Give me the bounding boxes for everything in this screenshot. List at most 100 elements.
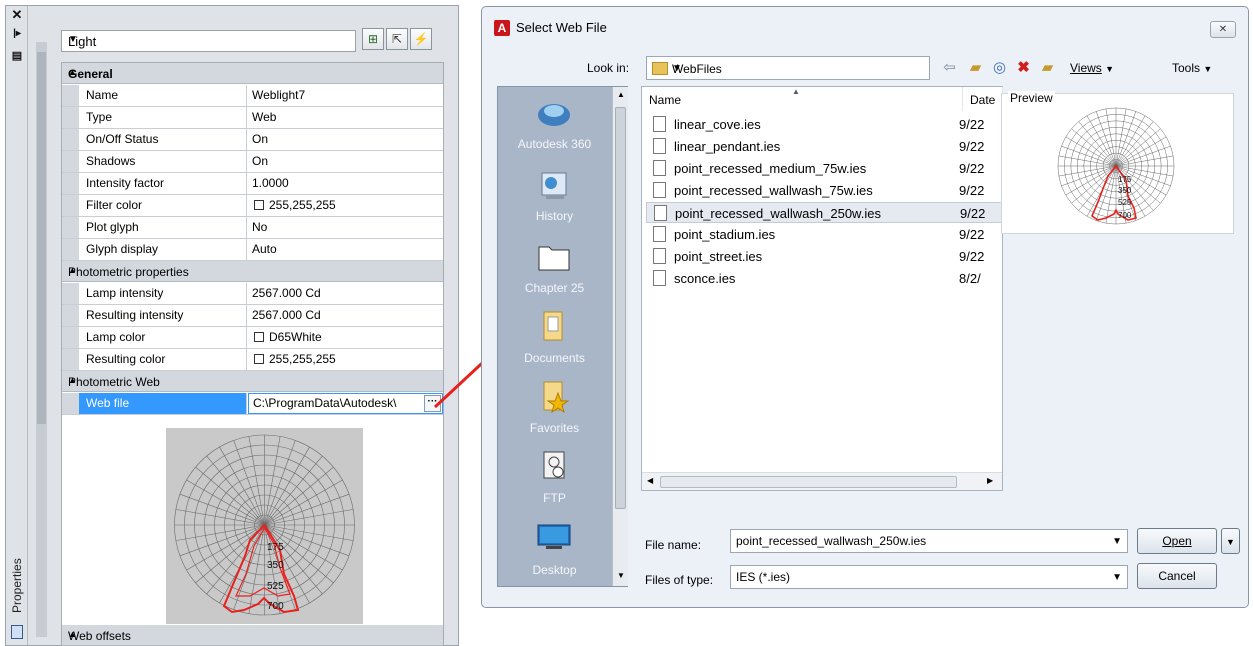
scroll-right-icon[interactable]: ▶	[987, 476, 993, 485]
property-row[interactable]: Filter color 255,255,255	[62, 195, 443, 217]
photometric-web-preview: 175 350 525 700	[166, 428, 363, 624]
section-photometric-web-header[interactable]: Photometric Web ▲	[62, 371, 443, 392]
ftp-icon	[543, 451, 565, 479]
file-row[interactable]: point_recessed_medium_75w.ies 9/22	[646, 158, 1002, 179]
scrollbar-thumb[interactable]	[615, 107, 626, 509]
web-file-value[interactable]: C:\ProgramData\Autodesk\ ···	[248, 393, 443, 414]
file-row[interactable]: point_recessed_wallwash_75w.ies 9/22	[646, 180, 1002, 201]
file-icon	[653, 160, 666, 176]
up-folder-icon[interactable]: ▰	[966, 58, 985, 77]
plot-ring-label: 175	[267, 542, 284, 553]
property-name: Shadows	[79, 151, 247, 172]
delete-icon[interactable]: ✖	[1014, 58, 1033, 77]
property-row[interactable]: Plot glyph No	[62, 217, 443, 239]
property-value[interactable]: Weblight7	[248, 85, 443, 106]
property-row[interactable]: Resulting intensity 2567.000 Cd	[62, 305, 443, 327]
collapse-icon: ▲	[68, 67, 77, 77]
palette-scrollbar[interactable]	[36, 42, 47, 637]
property-row[interactable]: Shadows On	[62, 151, 443, 173]
file-list: Name ▲ Date linear_cove.ies 9/22 linear_pen…	[641, 86, 1003, 491]
property-row[interactable]: Glyph display Auto	[62, 239, 443, 261]
file-name: point_recessed_wallwash_75w.ies	[674, 183, 873, 198]
preview-label: Preview	[1008, 91, 1055, 105]
quick-select-icon: ⚡	[413, 32, 429, 46]
dialog-titlebar[interactable]: A Select Web File ✕	[482, 7, 1248, 47]
property-value[interactable]: 255,255,255	[248, 349, 443, 370]
color-swatch	[254, 332, 264, 342]
object-type-select[interactable]: Light ▼	[61, 30, 356, 52]
open-options-button[interactable]: ▼	[1221, 528, 1240, 554]
scrollbar-thumb[interactable]	[37, 52, 46, 424]
property-row[interactable]: Lamp intensity 2567.000 Cd	[62, 283, 443, 305]
color-swatch	[254, 354, 264, 364]
property-value[interactable]: On	[248, 129, 443, 150]
property-value[interactable]: D65White	[248, 327, 443, 348]
section-general-header[interactable]: General ▲	[62, 63, 443, 84]
property-row[interactable]: Intensity factor 1.0000	[62, 173, 443, 195]
quick-select-button[interactable]: ⚡	[410, 28, 432, 50]
property-value[interactable]: Auto	[248, 239, 443, 260]
file-row[interactable]: linear_cove.ies 9/22	[646, 114, 1002, 135]
file-row[interactable]: linear_pendant.ies 9/22	[646, 136, 1002, 157]
places-scrollbar[interactable]: ▲ ▼	[612, 87, 628, 586]
lamp-color-value: D65White	[269, 330, 322, 344]
auto-hide-icon[interactable]: |▸	[10, 28, 24, 40]
file-row[interactable]: point_street.ies 9/22	[646, 246, 1002, 267]
close-button[interactable]: ✕	[1210, 21, 1236, 38]
column-title: Name	[649, 93, 682, 107]
property-value[interactable]: 1.0000	[248, 173, 443, 194]
property-value[interactable]: On	[248, 151, 443, 172]
file-date: 9/22	[959, 183, 985, 198]
property-row[interactable]: Resulting color 255,255,255	[62, 349, 443, 371]
files-of-type-select[interactable]: IES (*.ies) ▼	[730, 565, 1128, 589]
new-folder-icon[interactable]: ▰	[1038, 58, 1057, 77]
close-icon[interactable]: ✕	[10, 8, 24, 21]
back-icon[interactable]: ⇦	[940, 58, 959, 77]
place-label: Favorites	[529, 421, 580, 435]
search-web-icon[interactable]: ◎	[990, 58, 1009, 77]
file-row[interactable]: point_recessed_wallwash_250w.ies 9/22	[646, 202, 1002, 223]
file-row[interactable]: point_stadium.ies 9/22	[646, 224, 1002, 245]
property-row[interactable]: Type Web	[62, 107, 443, 129]
select-objects-button[interactable]: ⇱	[386, 28, 408, 50]
property-row[interactable]: On/Off Status On	[62, 129, 443, 151]
views-menu[interactable]: Views ▼	[1070, 61, 1114, 75]
horizontal-scrollbar[interactable]: ◀ ▶	[642, 472, 1002, 490]
file-row[interactable]: sconce.ies 8/2/	[646, 268, 1002, 289]
file-icon	[653, 226, 666, 242]
cancel-button[interactable]: Cancel	[1137, 563, 1217, 589]
scrollbar-thumb[interactable]	[660, 476, 957, 488]
property-value[interactable]: Web	[248, 107, 443, 128]
palette-menu-icon[interactable]: ▤	[10, 50, 24, 62]
files-of-type-value: IES (*.ies)	[736, 570, 791, 584]
property-name: Web file	[79, 393, 247, 414]
section-photometric-header[interactable]: Photometric properties ▲	[62, 261, 443, 282]
property-row[interactable]: Lamp color D65White	[62, 327, 443, 349]
tools-menu[interactable]: Tools ▼	[1172, 61, 1212, 75]
property-value[interactable]: 255,255,255	[248, 195, 443, 216]
toggle-pickadd-button[interactable]: ⊞	[362, 28, 384, 50]
plot-ring-label: 350	[267, 560, 284, 571]
column-header-name[interactable]: Name ▲	[642, 87, 963, 111]
file-icon	[653, 116, 666, 132]
property-value[interactable]: 2567.000 Cd	[248, 305, 443, 326]
property-value[interactable]: 2567.000 Cd	[248, 283, 443, 304]
column-header-date[interactable]: Date	[963, 87, 1003, 111]
open-button[interactable]: Open	[1137, 528, 1217, 554]
property-row[interactable]: Name Weblight7	[62, 85, 443, 107]
file-icon	[653, 182, 666, 198]
look-in-select[interactable]: WebFiles ▼	[646, 56, 930, 80]
scroll-up-icon[interactable]: ▲	[617, 90, 625, 99]
preview-panel: Preview 175 350 525 700	[1001, 91, 1234, 234]
property-row-web-file[interactable]: Web file C:\ProgramData\Autodesk\ ···	[62, 393, 443, 415]
scroll-left-icon[interactable]: ◀	[647, 476, 653, 485]
section-web-offsets-header[interactable]: Web offsets ▲	[62, 625, 443, 646]
file-icon	[653, 270, 666, 286]
file-icon	[653, 138, 666, 154]
tools-label: Tools	[1172, 61, 1201, 75]
color-swatch	[254, 200, 264, 210]
plot-ring-label: 350	[1118, 186, 1132, 195]
property-value[interactable]: No	[248, 217, 443, 238]
file-name-input[interactable]: point_recessed_wallwash_250w.ies ▼	[730, 529, 1128, 553]
scroll-down-icon[interactable]: ▼	[617, 571, 625, 580]
